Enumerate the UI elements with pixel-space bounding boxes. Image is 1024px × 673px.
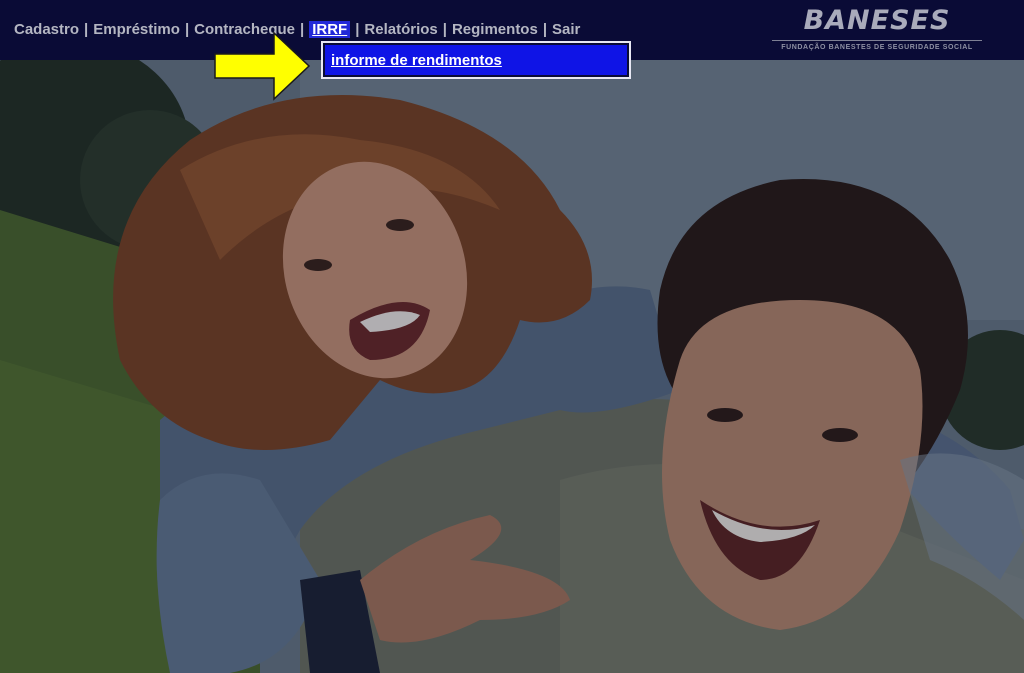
menu-item-relatorios[interactable]: Relatórios xyxy=(364,21,437,38)
baneses-logo: BANESES FUNDAÇÃO BANESTES DE SEGURIDADE … xyxy=(772,6,982,51)
menu-separator: | xyxy=(184,21,190,38)
page: Cadastro | Empréstimo | Contracheque | IRRF | Re… xyxy=(0,0,1024,673)
logo-name: BANESES xyxy=(803,5,951,36)
logo-divider xyxy=(772,40,982,41)
hero-image xyxy=(0,60,1024,673)
logo-tagline: FUNDAÇÃO BANESTES DE SEGURIDADE SOCIAL xyxy=(781,44,973,51)
menu-separator: | xyxy=(542,21,548,38)
arrow-right-icon xyxy=(214,31,311,101)
irrf-dropdown-menu: informe de rendimentos xyxy=(321,41,631,79)
menu-separator: | xyxy=(84,21,89,38)
submenu-item-informe-de-rendimentos[interactable]: informe de rendimentos xyxy=(325,45,627,75)
menu-item-regimentos[interactable]: Regimentos xyxy=(452,21,538,38)
menu-separator: | xyxy=(355,21,360,38)
menu-separator: | xyxy=(442,21,447,38)
hero-overlay xyxy=(0,60,1024,673)
menu-item-emprestimo[interactable]: Empréstimo xyxy=(93,21,180,38)
menu-item-sair[interactable]: Sair xyxy=(552,21,580,38)
menu-item-irrf[interactable]: IRRF xyxy=(309,21,351,38)
menu-item-cadastro[interactable]: Cadastro xyxy=(14,21,79,38)
